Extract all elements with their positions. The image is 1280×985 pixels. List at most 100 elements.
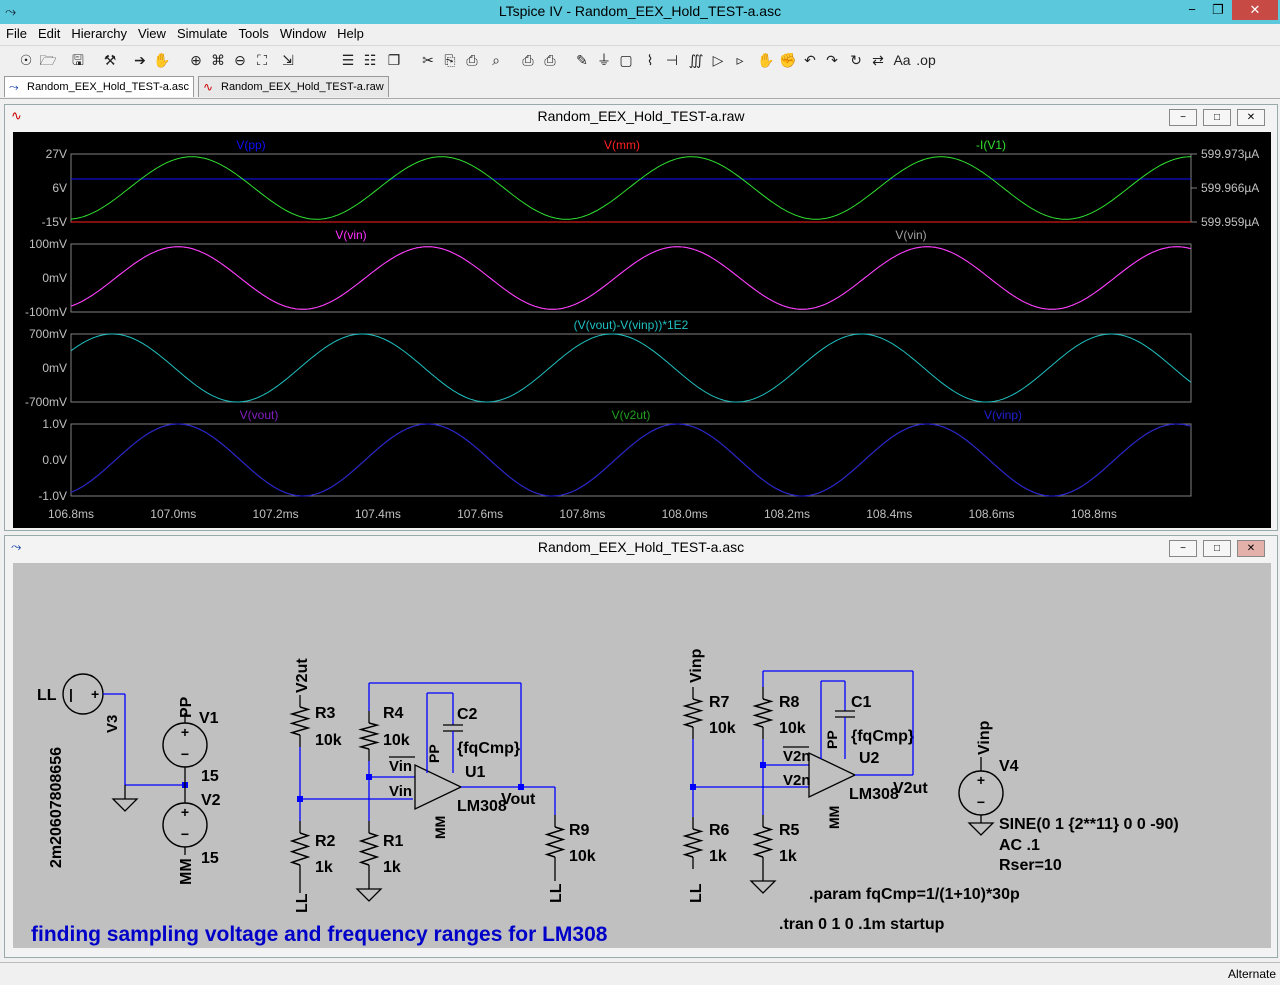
- voltage-source-v4-minus: −: [977, 794, 985, 810]
- drag-icon[interactable]: ✊: [778, 50, 798, 70]
- r6-value: 1k: [709, 848, 727, 865]
- spice-directive-param: .param fqCmp=1/(1+10)*30p: [809, 886, 1020, 903]
- net-label-v2n-noninv: V2n: [783, 772, 811, 789]
- zoom-fit-icon[interactable]: ⛶: [252, 50, 272, 70]
- y-tick-label: 100mV: [29, 237, 67, 251]
- copy-icon[interactable]: ⎘: [440, 50, 460, 70]
- control-panel-icon[interactable]: ⚒: [100, 50, 120, 70]
- inductor-icon[interactable]: ∭: [686, 50, 706, 70]
- net-label-mm-u1: MM: [432, 816, 448, 839]
- restore-button[interactable]: ❐: [1204, 0, 1232, 20]
- menu-hierarchy[interactable]: Hierarchy: [65, 24, 132, 43]
- spice-directive-icon[interactable]: .op: [916, 50, 936, 70]
- resistor-r7: [682, 698, 704, 728]
- rotate-icon[interactable]: ↻: [846, 50, 866, 70]
- close-button[interactable]: ✕: [1232, 0, 1278, 20]
- halt-icon[interactable]: ✋: [152, 50, 172, 70]
- net-label-ll: LL: [294, 893, 311, 913]
- minimize-button[interactable]: −: [1178, 0, 1206, 20]
- component-label-c1: C1: [851, 694, 872, 711]
- draw-wire-icon[interactable]: ✎: [572, 50, 592, 70]
- v4-sine-value: SINE(0 1 {2**11} 0 0 -90): [999, 816, 1179, 833]
- schematic-restore-button[interactable]: □: [1203, 540, 1231, 557]
- title-bar: ⤳ LTspice IV - Random_EEX_Hold_TEST-a.as…: [0, 0, 1280, 24]
- tab-schematic[interactable]: ⤳ Random_EEX_Hold_TEST-a.asc: [4, 76, 195, 97]
- waveform-close-button[interactable]: ✕: [1237, 109, 1265, 126]
- component-label-r9: R9: [569, 822, 590, 839]
- find-icon[interactable]: ⌕: [486, 50, 506, 70]
- component-icon[interactable]: ▹: [730, 50, 750, 70]
- cut-icon[interactable]: ✂: [418, 50, 438, 70]
- zoom-in-icon[interactable]: ⊕: [186, 50, 206, 70]
- menu-tools[interactable]: Tools: [233, 24, 274, 43]
- tile-horizontal-icon[interactable]: ☰: [338, 50, 358, 70]
- resistor-r8: [752, 698, 774, 728]
- y-tick-label: 6V: [52, 181, 67, 195]
- move-icon[interactable]: ✋: [756, 50, 776, 70]
- menu-view[interactable]: View: [132, 24, 171, 43]
- new-schematic-icon[interactable]: ☉: [16, 50, 36, 70]
- diode-icon[interactable]: ▷: [708, 50, 728, 70]
- trace-label-vvinp: V(vinp): [984, 408, 1022, 422]
- toolbar: ☉ 🗁 🖫 ⚒ ➔ ✋ ⊕ ⌘ ⊖ ⛶ ⇲ ☰ ☷ ❐ ✂ ⎘ ⎙ ⌕ ⎙ ⎙ ✎ ⏚ ▢ ⌇ ⊣ ∭ ▷ ▹ ✋ ✊ ↶ ↷ ↻ ⇄ Aa .op: [0, 45, 1280, 74]
- menu-bar: File Edit Hierarchy View Simulate Tools Window…: [0, 24, 1280, 44]
- waveform-plot[interactable]: 27V 6V -15V 599.973µA 599.966µA 599.959µA 100m…: [13, 132, 1271, 528]
- waveform-minimize-button[interactable]: −: [1169, 109, 1197, 126]
- waveform-window-title: Random_EEX_Hold_TEST-a.raw: [537, 108, 745, 124]
- y-tick-label: -700mV: [25, 395, 67, 409]
- document-tabs: ⤳ Random_EEX_Hold_TEST-a.asc ∿ Random_EEX_…: [0, 74, 1280, 99]
- waveform-plot-area[interactable]: 27V 6V -15V 599.973µA 599.966µA 599.959µA 100m…: [13, 132, 1271, 528]
- menu-help[interactable]: Help: [331, 24, 369, 43]
- x-tick-label: 107.0ms: [150, 507, 196, 521]
- y-tick-label: 27V: [46, 147, 67, 161]
- c1-value: {fqCmp}: [851, 728, 914, 745]
- r8-value: 10k: [779, 720, 806, 737]
- open-icon[interactable]: 🗁: [38, 50, 58, 70]
- print-setup-icon[interactable]: ⎙: [518, 50, 538, 70]
- voltage-source-v2-plus: +: [181, 804, 189, 820]
- autorange-icon[interactable]: ⇲: [278, 50, 298, 70]
- pane-frame: [70, 423, 1192, 497]
- schematic-close-button[interactable]: ✕: [1237, 540, 1265, 557]
- spice-directive-tran: .tran 0 1 0 .1m startup: [779, 916, 945, 933]
- redo-icon[interactable]: ↷: [822, 50, 842, 70]
- menu-edit[interactable]: Edit: [32, 24, 65, 43]
- x-tick-label: 107.6ms: [457, 507, 503, 521]
- menu-simulate[interactable]: Simulate: [171, 24, 233, 43]
- capacitor-icon[interactable]: ⊣: [662, 50, 682, 70]
- schematic-minimize-button[interactable]: −: [1169, 540, 1197, 557]
- waveform-icon: ∿: [203, 80, 214, 94]
- ground-icon: [111, 798, 139, 812]
- x-tick-label: 107.4ms: [355, 507, 401, 521]
- component-label-r8: R8: [779, 694, 800, 711]
- save-icon[interactable]: 🖫: [68, 50, 88, 70]
- ground-icon[interactable]: ⏚: [594, 50, 614, 70]
- r3-value: 10k: [315, 732, 342, 749]
- tab-waveform[interactable]: ∿ Random_EEX_Hold_TEST-a.raw: [198, 76, 389, 97]
- net-label-vin-inv: Vin: [389, 758, 412, 775]
- run-icon[interactable]: ➔: [130, 50, 150, 70]
- text-icon[interactable]: Aa: [892, 50, 912, 70]
- resistor-icon[interactable]: ⌇: [640, 50, 660, 70]
- schematic-drawing[interactable]: | +LL2m20607808656V3 +−+−PPV115V2MM 15V2utR…: [13, 563, 1271, 948]
- menu-window[interactable]: Window: [274, 24, 331, 43]
- cascade-icon[interactable]: ❐: [384, 50, 404, 70]
- source-value: 2m20607808656: [48, 747, 65, 868]
- mirror-icon[interactable]: ⇄: [868, 50, 888, 70]
- v4-ac-value: AC .1: [999, 837, 1040, 854]
- print-icon[interactable]: ⎙: [540, 50, 560, 70]
- x-tick-label: 108.4ms: [866, 507, 912, 521]
- waveform-restore-button[interactable]: □: [1203, 109, 1231, 126]
- label-net-icon[interactable]: ▢: [616, 50, 636, 70]
- paste-icon[interactable]: ⎙: [462, 50, 482, 70]
- undo-icon[interactable]: ↶: [800, 50, 820, 70]
- schematic-canvas[interactable]: | + LL 2m20607808656 V3 + − + − PP V1 15 V2 MM 15 V2ut R…: [13, 563, 1271, 948]
- menu-file[interactable]: File: [0, 24, 32, 43]
- v4-rser-value: Rser=10: [999, 857, 1062, 874]
- zoom-out-icon[interactable]: ⊖: [230, 50, 250, 70]
- window-title: LTspice IV - Random_EEX_Hold_TEST-a.asc: [498, 3, 782, 19]
- tile-vertical-icon[interactable]: ☷: [360, 50, 380, 70]
- zoom-pan-icon[interactable]: ⌘: [208, 50, 228, 70]
- x-tick-label: 107.8ms: [559, 507, 605, 521]
- schematic-window-title: Random_EEX_Hold_TEST-a.asc: [537, 539, 745, 555]
